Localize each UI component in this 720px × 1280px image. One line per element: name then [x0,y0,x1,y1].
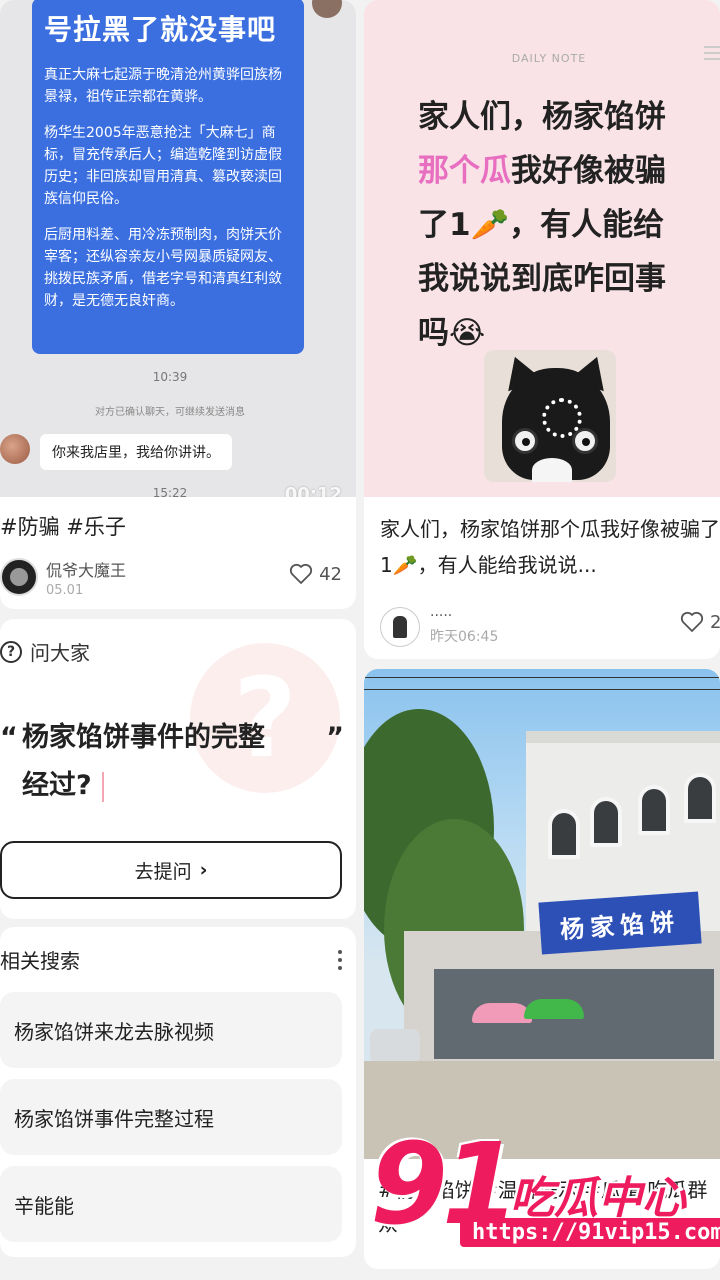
umbrella [472,1003,532,1023]
note-label: DAILY NOTE [511,52,587,65]
right-column: DAILY NOTE 家人们，杨家馅饼那个瓜我好像被骗了1🥕，有人能给我说说到底… [364,0,720,1269]
left-column: 号拉黑了就没事吧 真正大麻七起源于晚清沧州黄骅回族杨景禄，祖传正宗都在黄骅。 杨… [0,0,356,1257]
ask-header: ? 问大家 [0,637,356,666]
note-post-card[interactable]: DAILY NOTE 家人们，杨家馅饼那个瓜我好像被骗了1🥕，有人能给我说说到底… [364,0,720,659]
bubble-headline: 号拉黑了就没事吧 [44,13,277,46]
quote-close: ” [326,722,344,753]
quote-open: “ [0,722,18,753]
note-text: 家人们，杨家馅饼那个瓜我好像被骗了1🥕，有人能给我说说到底咋回事吗😭 [418,90,680,360]
author-row: 侃爷大魔王 05.01 42 [0,555,356,599]
power-line [364,689,720,690]
related-search-item[interactable]: 辛能能 [0,1166,342,1242]
menu-icon [704,46,720,60]
contact-avatar [312,0,342,18]
related-title: 相关搜索 [0,949,80,973]
building-window [684,773,716,823]
post-caption[interactable]: 家人们，杨家馅饼那个瓜我好像被骗了1🥕，有人能给我说说... [380,511,720,583]
photo-post-card[interactable]: 杨家馅饼 #杨家馅饼 #温馨提示 #瓜事 吃瓜群众 [364,669,720,1269]
post-tags[interactable]: #防骗 #乐子 [0,511,356,541]
bubble-paragraph-3: 后厨用料差、用冷冻预制肉，肉饼天价宰客；还纵容亲友小号网暴质疑网友、挑拨民族矛盾… [44,227,282,309]
text-caret [101,771,104,802]
heart-icon [680,611,704,632]
post-body: 家人们，杨家馅饼那个瓜我好像被骗了1🥕，有人能给我说说... ····· 昨天0… [364,497,720,659]
author-meta: ····· 昨天06:45 [430,608,498,646]
avatar[interactable] [380,607,420,647]
power-line [364,677,720,678]
storefront-photo[interactable]: 杨家馅饼 [364,669,720,1159]
note-text-highlight: 那个瓜 [418,153,511,189]
post-body: #防骗 #乐子 侃爷大魔王 05.01 42 [0,497,356,609]
cat-chest [532,458,572,482]
building-window [638,785,670,835]
question-line-2-wrap: 经过? [22,762,334,810]
post-date: 昨天06:45 [430,629,499,645]
related-header: 相关搜索 [0,945,356,974]
like-count: 25 [710,611,720,633]
ask-question: “ ” 杨家馅饼事件的完整 经过? [0,714,356,810]
bubble-paragraph-1: 真正大麻七起源于晚清沧州黄骅回族杨景禄，祖传正宗都在黄骅。 [44,67,282,105]
cat-eye [512,428,538,454]
ground [364,1061,720,1159]
chat-screenshot-cover[interactable]: 号拉黑了就没事吧 真正大麻七起源于晚清沧州黄骅回族杨景禄，祖传正宗都在黄骅。 杨… [0,0,356,497]
video-duration: 00:12 [284,484,342,497]
cat-eye [572,428,598,454]
ask-question-button[interactable]: 去提问 › [0,841,342,899]
sent-message-bubble: 号拉黑了就没事吧 真正大麻七起源于晚清沧州黄骅回族杨景禄，祖传正宗都在黄骅。 杨… [32,0,304,354]
post-caption[interactable]: #杨家馅饼 #温馨提示 #瓜事 吃瓜群众 [364,1159,720,1269]
related-search-item[interactable]: 杨家馅饼来龙去脉视频 [0,992,342,1068]
like-count: 42 [319,563,342,585]
related-searches-card: 相关搜索 杨家馅饼来龙去脉视频 杨家馅饼事件完整过程 辛能能 [0,927,356,1257]
post-date: 05.01 [46,582,84,598]
shop-sign: 杨家馅饼 [538,891,702,955]
author-name[interactable]: ····· [430,608,498,624]
chevron-right-icon: › [199,859,208,881]
system-notice: 对方已确认聊天，可继续发送消息 [95,407,245,418]
feed-page: 号拉黑了就没事吧 真正大麻七起源于晚清沧州黄骅回族杨景禄，祖传正宗都在黄骅。 杨… [0,0,720,1280]
chat-post-card[interactable]: 号拉黑了就没事吧 真正大麻七起源于晚清沧州黄骅回族杨景禄，祖传正宗都在黄骅。 杨… [0,0,356,609]
daily-note-cover[interactable]: DAILY NOTE 家人们，杨家馅饼那个瓜我好像被骗了1🥕，有人能给我说说到底… [364,0,720,497]
building-window [590,797,622,847]
building-window [548,809,580,859]
umbrella [524,999,584,1019]
ask-everyone-card: ? ? 问大家 “ ” 杨家馅饼事件的完整 经过? 去提问 › [0,619,356,919]
related-search-item[interactable]: 杨家馅饼事件完整过程 [0,1079,342,1155]
cat-meme-image [484,350,616,482]
ask-header-label: 问大家 [30,641,90,665]
author-row: ····· 昨天06:45 25 [380,605,720,649]
chat-timestamp: 10:39 [152,370,188,384]
more-options-icon[interactable] [338,949,342,970]
received-message-bubble: 你来我店里，我给你讲讲。 [40,434,232,470]
car [370,1029,420,1061]
like-button[interactable]: 25 [680,611,720,633]
ask-button-label: 去提问 [134,860,192,883]
avatar[interactable] [0,558,38,596]
question-icon: ? [0,640,22,663]
bubble-paragraph-2: 杨华生2005年恶意抢注「大麻七」商标，冒充传承后人；编造乾隆到访虚假历史；非回… [44,125,282,207]
author-name[interactable]: 侃爷大魔王 [46,557,126,581]
merchant-avatar [0,434,30,464]
note-text-before: 家人们，杨家馅饼 [418,99,666,135]
question-line-1: 杨家馅饼事件的完整 [22,722,265,753]
question-line-2: 经过? [22,770,92,801]
heart-icon [290,563,313,584]
author-meta: 侃爷大魔王 05.01 [46,557,126,598]
like-button[interactable]: 42 [289,563,342,585]
